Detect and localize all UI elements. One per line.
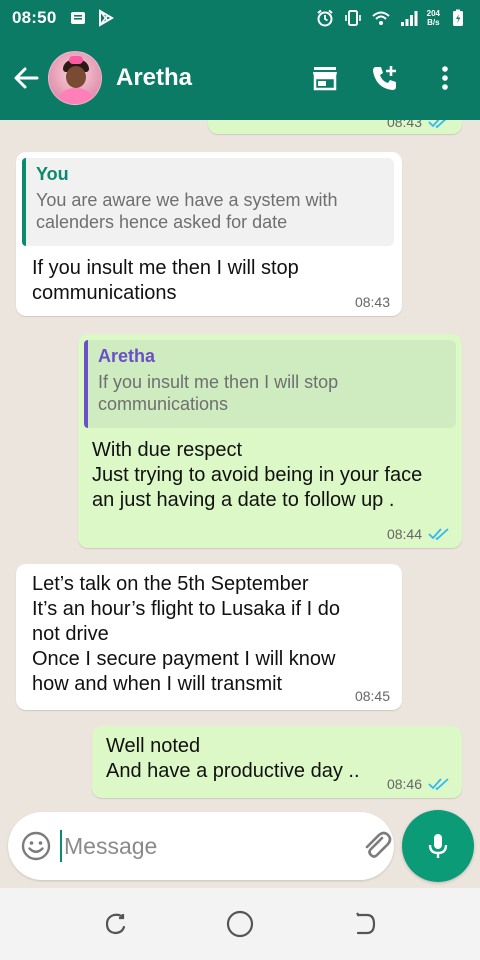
storefront-icon (313, 67, 337, 91)
network-speed-unit: B/s (427, 18, 440, 27)
message-time: 08:44 (386, 526, 422, 542)
recents-icon (105, 913, 126, 935)
message-bubble-incoming[interactable]: Let’s talk on the 5th September It’s an … (16, 564, 402, 710)
message-line: an just having a date to follow up . (92, 489, 395, 511)
paperclip-icon (365, 831, 392, 858)
back-button[interactable] (4, 56, 48, 100)
message-time: 08:46 (386, 776, 422, 792)
read-ticks-icon (428, 528, 449, 541)
network-speed: 204 B/s (427, 9, 440, 27)
microphone-icon (428, 834, 448, 858)
message-composer (8, 812, 446, 880)
message-line: Just trying to avoid being in your face (92, 464, 423, 486)
message-line: If you insult me then I will stop (32, 257, 299, 279)
quoted-text: If you insult me then I will stop commun… (98, 372, 339, 414)
recent-apps-button[interactable] (99, 907, 133, 941)
message-line: how and when I will transmit (32, 673, 283, 695)
battery-icon (453, 9, 463, 26)
message-bubble-outgoing[interactable]: Aretha If you insult me then I will stop… (78, 334, 462, 548)
signal-icon (400, 11, 418, 26)
home-button[interactable] (223, 907, 257, 941)
message-time: 08:43 (386, 120, 422, 130)
chat-header: Aretha (0, 36, 480, 120)
play-store-icon (99, 9, 115, 27)
message-line: communications (32, 282, 177, 304)
quoted-author: You (36, 164, 69, 184)
add-call-icon (373, 66, 396, 90)
arrow-left-icon (14, 67, 39, 89)
contact-name[interactable]: Aretha (116, 64, 192, 92)
chat-area[interactable]: 08:43 You You are aware we have a system… (0, 120, 480, 810)
message-text: Let’s talk on the 5th September It’s an … (32, 572, 352, 697)
message-line: Let’s talk on the 5th September (32, 573, 309, 595)
read-ticks-icon (428, 120, 447, 129)
vibrate-icon (344, 10, 361, 26)
read-ticks-icon (428, 778, 449, 791)
status-time: 08:50 (12, 8, 57, 27)
message-bubble-outgoing-previous[interactable]: 08:43 (208, 120, 462, 134)
message-text: If you insult me then I will stop commun… (32, 256, 362, 306)
emoji-icon (21, 831, 51, 861)
message-bubble-outgoing[interactable]: Well noted And have a productive day .. … (92, 726, 462, 798)
message-line: Well noted (106, 735, 201, 757)
message-input[interactable] (60, 830, 360, 862)
quoted-message[interactable]: Aretha If you insult me then I will stop… (84, 340, 456, 428)
wifi-icon (371, 11, 390, 25)
system-navigation-bar (0, 888, 480, 960)
message-line: not drive (32, 623, 109, 645)
quoted-author: Aretha (98, 346, 156, 366)
back-nav-button[interactable] (347, 907, 381, 941)
message-line: And have a productive day .. (106, 760, 360, 782)
message-line: Once I secure payment I will know (32, 648, 336, 670)
emoji-button[interactable] (20, 826, 52, 866)
message-text: Well noted And have a productive day .. (106, 734, 376, 784)
more-options-button[interactable] (430, 63, 460, 93)
message-line: With due respect (92, 439, 243, 461)
message-bubble-incoming[interactable]: You You are aware we have a system with … (16, 152, 402, 316)
attach-button[interactable] (360, 826, 394, 866)
quoted-message[interactable]: You You are aware we have a system with … (22, 158, 394, 246)
message-line: It’s an hour’s flight to Lusaka if I do (32, 598, 340, 620)
message-text: With due respect Just trying to avoid be… (92, 438, 458, 513)
voice-message-button[interactable] (402, 810, 474, 882)
home-circle-icon (226, 910, 254, 938)
shop-button[interactable] (310, 63, 340, 93)
status-bar: 08:50 204 B/s (0, 0, 480, 36)
message-time: 08:43 (354, 294, 390, 310)
add-call-button[interactable] (370, 63, 400, 93)
alarm-icon (317, 9, 333, 27)
contact-avatar[interactable] (48, 51, 102, 105)
message-time: 08:45 (354, 688, 390, 704)
back-nav-icon (356, 912, 376, 935)
message-notification-icon (71, 12, 86, 24)
network-speed-value: 204 (426, 9, 440, 18)
more-vert-icon (442, 66, 448, 90)
quoted-text: You are aware we have a system with cale… (36, 190, 338, 232)
